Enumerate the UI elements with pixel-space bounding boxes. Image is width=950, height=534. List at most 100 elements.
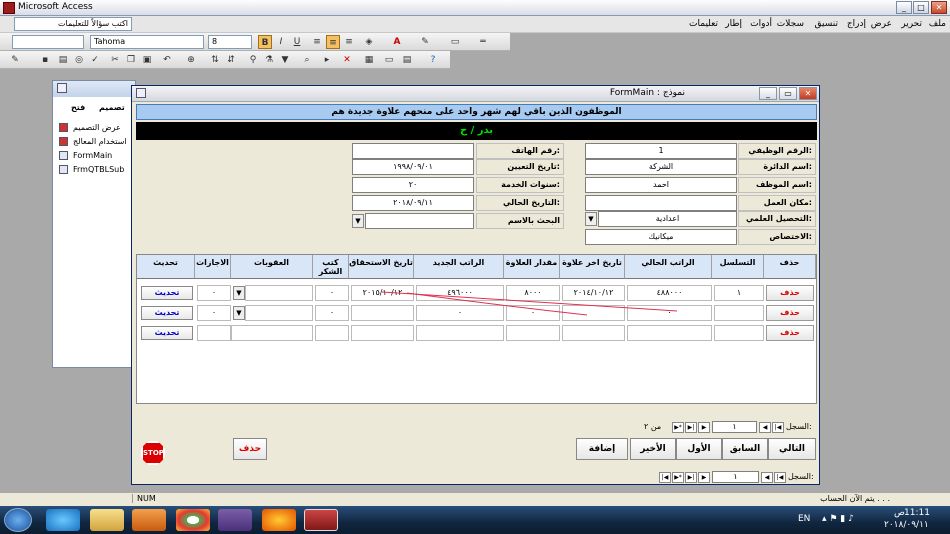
list-item[interactable]: FrmQTBLSub [59,165,124,174]
phone-field[interactable] [352,143,474,159]
paste-icon[interactable]: ▣ [140,53,154,67]
mainnav-last-icon[interactable]: ▶| [685,472,697,483]
search-name-combo[interactable] [365,213,474,229]
current-date-field[interactable]: ٢٠١٨/٠٩/١١ [352,195,474,211]
stop-icon[interactable]: STOP [141,441,165,465]
open-button[interactable]: فتح [71,103,85,112]
workplace-field[interactable] [585,195,737,211]
clock-date[interactable]: ٢٠١٨/٠٩/١١ [884,520,929,530]
menu-insert[interactable]: إدراج [847,19,866,29]
mainnav-next-icon[interactable]: ▶ [698,472,710,483]
previous-button[interactable]: السابق [722,438,768,460]
sort-desc-icon[interactable]: ⇵ [224,53,238,67]
form-minimize-icon[interactable]: _ [759,87,777,100]
language-indicator[interactable]: EN [798,514,810,524]
close-icon[interactable]: ✕ [931,1,947,14]
department-field[interactable]: الشركة [585,159,737,175]
add-button[interactable]: إضافة [576,438,628,460]
maximize-icon[interactable]: □ [913,1,929,14]
save-icon[interactable]: ▪ [38,53,52,67]
form-close-icon[interactable]: ✕ [799,87,817,100]
help-question-box[interactable]: اكتب سؤالاً للتعليمات [14,17,132,31]
print-preview-icon[interactable]: ◎ [72,53,86,67]
list-item[interactable]: عرض التصميم [59,123,121,132]
media-player-icon[interactable] [132,509,166,531]
tray-icons[interactable]: ▴ ⚑ ▮ ♪ [822,514,854,524]
last-button[interactable]: الأخير [630,438,676,460]
line-color-icon[interactable]: ✎ [418,35,432,49]
clock-time[interactable]: 11:11 [904,508,930,518]
align-left-icon[interactable]: ≡ [310,35,324,49]
italic-icon[interactable]: I [274,35,288,49]
list-item[interactable]: استخدام المعالج [59,137,127,146]
filter-selection-icon[interactable]: ⚲ [246,53,260,67]
design-button[interactable]: تصميم [99,103,125,112]
menu-file[interactable]: ملف [929,19,946,29]
firefox-icon[interactable] [262,509,296,531]
access-taskbar-icon[interactable] [304,509,338,531]
bold-icon[interactable]: B [258,35,272,49]
minimize-icon[interactable]: _ [896,1,912,14]
line-width-icon[interactable]: ═ [476,35,490,49]
mainnav-first-icon[interactable]: |◀ [774,472,786,483]
fill-color-icon[interactable]: ◈ [362,35,376,49]
menu-tools[interactable]: أدوات [750,19,772,29]
subnav-prev-icon[interactable]: ◀ [759,422,771,433]
sort-asc-icon[interactable]: ⇅ [208,53,222,67]
delete-record-icon[interactable]: ✕ [340,53,354,67]
filter-form-icon[interactable]: ⚗ [262,53,276,67]
mainnav-extra-icon[interactable]: |◀ [659,472,671,483]
font-name-combo[interactable]: Tahoma [90,35,204,49]
find-icon[interactable]: ⌕ [300,53,314,67]
subnav-first-icon[interactable]: |◀ [772,422,784,433]
first-button[interactable]: الأول [676,438,722,460]
font-size-combo[interactable]: 8 [208,35,252,49]
object-combo[interactable] [12,35,84,49]
file-explorer-icon[interactable] [90,509,124,531]
print-icon[interactable]: ▤ [56,53,70,67]
apply-filter-icon[interactable]: ▼ [278,53,292,67]
visual-studio-icon[interactable] [218,509,252,531]
chrome-icon[interactable] [176,509,210,531]
new-object-icon[interactable]: ▤ [400,53,414,67]
align-right-icon[interactable]: ≡ [342,35,356,49]
menu-view[interactable]: عرض [871,19,892,29]
copy-icon[interactable]: ❐ [124,53,138,67]
internet-explorer-icon[interactable] [46,509,80,531]
education-dropdown-icon[interactable]: ▼ [585,212,597,226]
menu-edit[interactable]: تحرير [901,19,922,29]
hire-date-field[interactable]: ١٩٩٨/٠٩/٠١ [352,159,474,175]
specialization-field[interactable]: ميكانيك [585,229,737,245]
search-name-dropdown-icon[interactable]: ▼ [352,214,364,228]
spelling-icon[interactable]: ✓ [88,53,102,67]
menu-format[interactable]: تنسيق [815,19,838,29]
subnav-next-icon[interactable]: ▶ [698,422,710,433]
database-window-icon[interactable]: ▭ [382,53,396,67]
mainnav-prev-icon[interactable]: ◀ [761,472,773,483]
border-icon[interactable]: ▭ [448,35,462,49]
years-service-field[interactable]: ٢٠ [352,177,474,193]
menu-records[interactable]: سجلات [777,19,804,29]
subnav-last-icon[interactable]: ▶| [685,422,697,433]
align-center-icon[interactable]: ≡ [326,35,340,49]
properties-icon[interactable]: ▦ [362,53,376,67]
new-record-icon[interactable]: ▸ [320,53,334,67]
view-icon[interactable]: ✎ [8,53,22,67]
employee-name-field[interactable]: احمد [585,177,737,193]
font-color-icon[interactable]: A [390,35,404,49]
mainnav-record-input[interactable]: ١ [712,471,759,483]
hyperlink-icon[interactable]: ⊕ [184,53,198,67]
list-item[interactable]: FormMain [59,151,112,160]
subnav-record-input[interactable]: ١ [712,421,757,433]
menu-help[interactable]: تعليمات [689,19,718,29]
help-icon[interactable]: ? [426,53,440,67]
education-combo[interactable]: اعدادية [598,211,737,227]
employee-id-field[interactable]: 1 [585,143,737,159]
delete-button[interactable]: حذف [233,438,267,460]
start-button-icon[interactable] [4,508,32,532]
undo-icon[interactable]: ↶ [160,53,174,67]
form-restore-icon[interactable]: ▭ [779,87,797,100]
mainnav-new-icon[interactable]: ▶* [672,472,684,483]
cut-icon[interactable]: ✂ [108,53,122,67]
next-button[interactable]: التالي [768,438,816,460]
